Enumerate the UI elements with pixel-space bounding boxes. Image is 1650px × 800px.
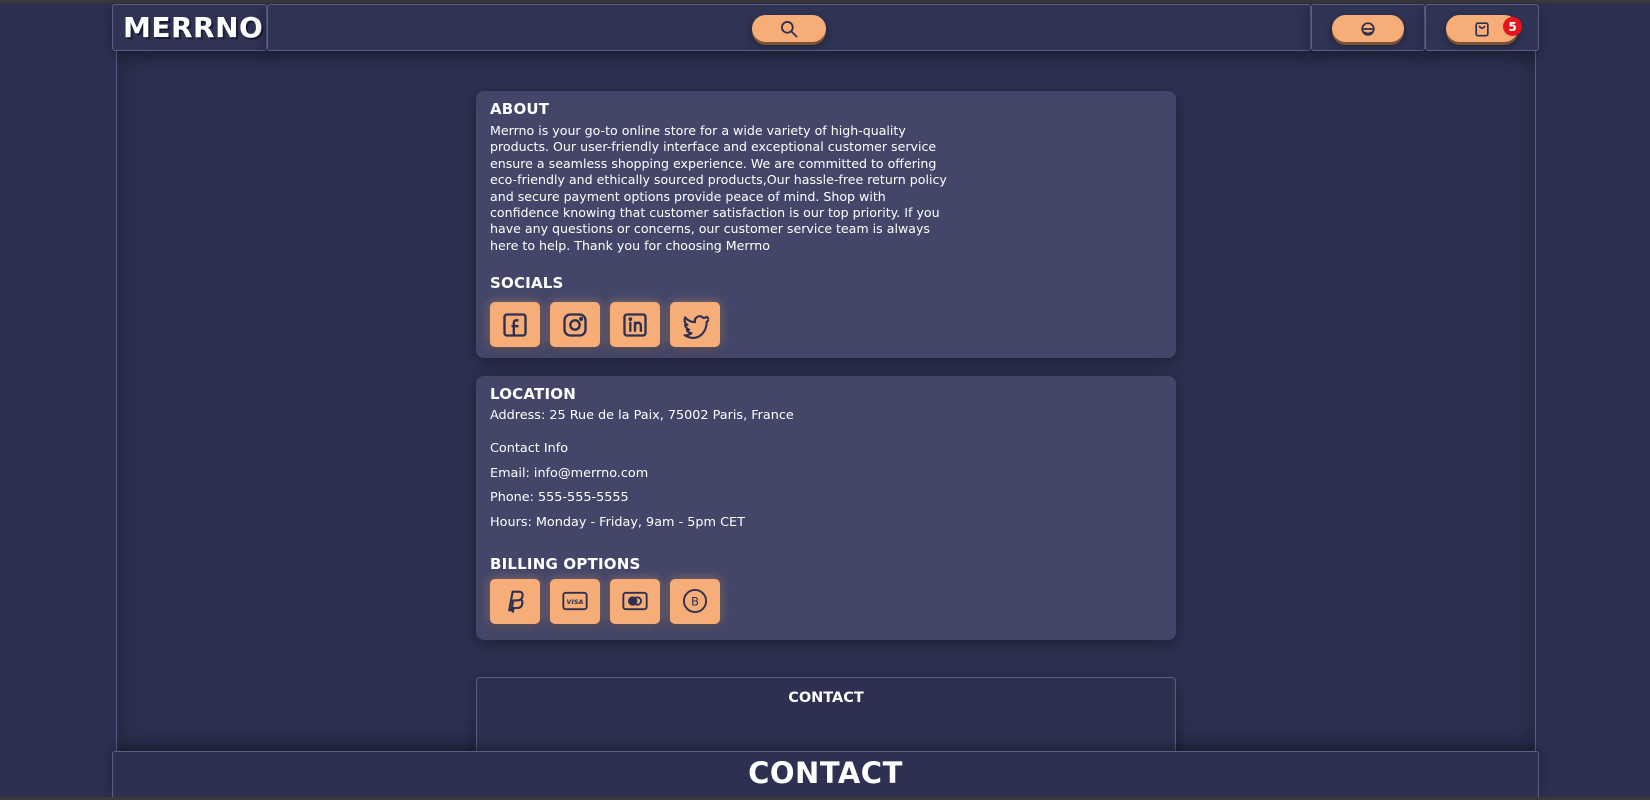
contact-card: CONTACT (476, 677, 1176, 757)
socials-row (490, 302, 1162, 348)
shopping-bag-icon (1475, 21, 1489, 36)
search-icon (781, 20, 798, 37)
support-button[interactable] (1332, 15, 1404, 42)
billing-row: VISA B (490, 578, 1162, 624)
bitcoin-icon: B (682, 588, 708, 614)
instagram-icon (563, 313, 587, 337)
svg-text:VISA: VISA (567, 598, 584, 606)
search-button[interactable] (752, 15, 826, 42)
billing-title: BILLING OPTIONS (490, 554, 641, 573)
hours-text: Hours: Monday - Friday, 9am - 5pm CET (490, 514, 745, 530)
facebook-button[interactable] (490, 302, 540, 348)
search-bar-container (267, 4, 1311, 51)
paypal-button[interactable] (490, 578, 540, 624)
logo-container[interactable]: MERRNO (112, 4, 267, 51)
cart-count-badge: 5 (1503, 17, 1522, 36)
about-text: Merrno is your go-to online store for a … (490, 123, 947, 253)
location-title: LOCATION (490, 385, 576, 403)
address-text: Address: 25 Rue de la Paix, 75002 Paris,… (490, 408, 794, 423)
contact-info-label: Contact Info (490, 441, 569, 456)
phone-text: Phone: 555-555-5555 (490, 490, 629, 505)
cart-container: 5 (1425, 4, 1539, 51)
svg-text:B: B (691, 595, 699, 609)
window-top-edge (0, 0, 1650, 3)
headset-icon (1361, 21, 1375, 36)
mastercard-button[interactable] (610, 578, 660, 624)
paypal-icon (508, 590, 524, 613)
linkedin-icon (623, 313, 647, 337)
mastercard-icon (622, 591, 648, 611)
facebook-icon (503, 313, 527, 337)
twitter-button[interactable] (670, 302, 720, 348)
twitter-icon (683, 314, 709, 339)
logo[interactable]: MERRNO (123, 11, 263, 44)
bitcoin-button[interactable]: B (670, 578, 720, 624)
about-card: ABOUT Merrno is your go-to online store … (476, 91, 1176, 358)
email-text: Email: info@merrno.com (490, 465, 649, 481)
support-container (1311, 4, 1425, 51)
footer-bar: CONTACT (112, 751, 1539, 799)
footer-contact-title: CONTACT (748, 756, 903, 790)
location-card: LOCATION Address: 25 Rue de la Paix, 750… (476, 376, 1176, 640)
visa-button[interactable]: VISA (550, 578, 600, 624)
contact-card-title: CONTACT (788, 690, 864, 706)
socials-title: SOCIALS (490, 274, 564, 293)
instagram-button[interactable] (550, 302, 600, 348)
linkedin-button[interactable] (610, 302, 660, 348)
visa-icon: VISA (562, 591, 588, 611)
about-title: ABOUT (490, 100, 550, 118)
